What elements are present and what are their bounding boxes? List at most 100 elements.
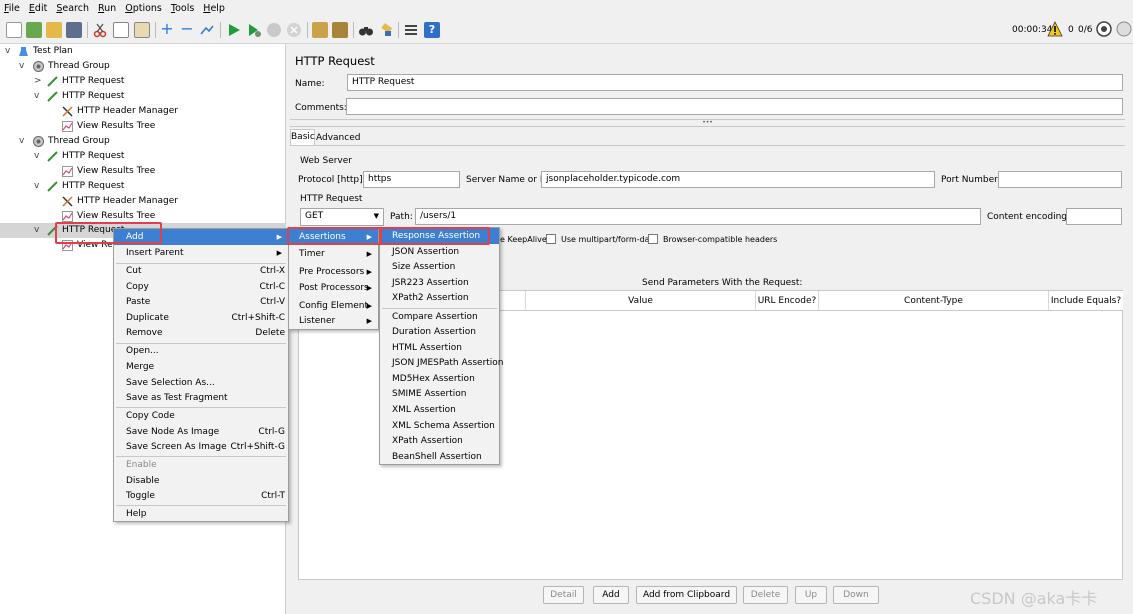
open-folder-icon[interactable] [46,22,62,38]
help-icon[interactable]: ? [424,22,440,38]
collapse-chevron-icon[interactable]: v [34,223,39,238]
expand-icon[interactable]: + [159,21,175,38]
menu-item-smime-assertion[interactable]: SMIME Assertion [380,386,499,402]
menu-item-duplicate[interactable]: Duplicate Ctrl+Shift-C [114,310,288,326]
new-icon[interactable] [6,22,22,38]
menu-item-jsr223-assertion[interactable]: JSR223 Assertion [380,275,499,291]
browser-headers-checkbox[interactable] [648,234,658,244]
log-viewer-icon[interactable] [1116,21,1132,37]
menu-item-help[interactable]: Help [114,506,288,522]
server-input[interactable]: jsonplaceholder.typicode.com [541,171,935,188]
search-binoculars-icon[interactable] [358,22,374,38]
toggle-icon[interactable] [199,22,215,38]
tree-node[interactable]: v HTTP Request [0,89,280,104]
tree-node[interactable]: v Thread Group [0,134,280,149]
delete-button[interactable]: Delete [743,586,788,604]
menu-item-pre-processors[interactable]: Pre Processors ▶ [289,264,378,280]
menu-item-enable[interactable]: Enable [114,457,288,473]
collapse-chevron-icon[interactable]: v [34,149,39,164]
cut-icon[interactable] [92,22,108,38]
start-no-pauses-icon[interactable] [246,22,262,38]
collapse-chevron-icon[interactable]: v [19,59,24,74]
menu-item-disable[interactable]: Disable [114,473,288,489]
menu-item-post-processors[interactable]: Post Processors ▶ [289,280,378,296]
warning-icon[interactable] [1047,21,1063,37]
up-button[interactable]: Up [795,586,827,604]
menu-item-size-assertion[interactable]: Size Assertion [380,259,499,275]
tree-node[interactable]: > HTTP Request [0,74,280,89]
add-button[interactable]: Add [593,586,629,604]
save-icon[interactable] [66,22,82,38]
menu-tools[interactable]: Tools [171,3,194,14]
menu-item-xpath-assertion[interactable]: XPath Assertion [380,433,499,449]
menu-item-open[interactable]: Open... [114,343,288,359]
menu-item-json-jmespath-assertion[interactable]: JSON JMESPath Assertion [380,355,504,371]
column-header-content-type[interactable]: Content-Type [819,291,1049,311]
menu-item-save-fragment[interactable]: Save as Test Fragment [114,390,288,406]
tab-advanced[interactable]: Advanced [316,131,360,145]
menu-item-remove[interactable]: Remove Delete [114,325,288,341]
name-input[interactable]: HTTP Request [347,74,1123,91]
menu-item-xml-assertion[interactable]: XML Assertion [380,402,499,418]
collapse-chevron-icon[interactable]: v [34,179,39,194]
menu-item-compare-assertion[interactable]: Compare Assertion [380,309,499,325]
tree-node[interactable]: v HTTP Request [0,149,280,164]
add-from-clipboard-button[interactable]: Add from Clipboard [636,586,737,604]
multipart-checkbox[interactable] [546,234,556,244]
tree-node[interactable]: View Results Tree [0,119,280,134]
menu-item-beanshell-assertion[interactable]: BeanShell Assertion [380,449,499,465]
menu-item-save-node-image[interactable]: Save Node As Image Ctrl-G [114,424,288,440]
menu-file[interactable]: File [4,3,20,14]
function-helper-icon[interactable] [403,22,419,38]
menu-item-xpath2-assertion[interactable]: XPath2 Assertion [380,290,499,306]
down-button[interactable]: Down [833,586,879,604]
menu-item-toggle[interactable]: Toggle Ctrl-T [114,488,288,504]
port-input[interactable] [998,171,1122,188]
tree-node[interactable]: HTTP Header Manager [0,194,280,209]
menu-item-copy-code[interactable]: Copy Code [114,408,288,424]
templates-icon[interactable] [26,22,42,38]
menu-item-config-element[interactable]: Config Element ▶ [289,298,378,314]
detail-button[interactable]: Detail [543,586,584,604]
column-header-include-equals[interactable]: Include Equals? [1049,291,1123,311]
encoding-input[interactable] [1066,208,1122,225]
menu-item-copy[interactable]: Copy Ctrl-C [114,279,288,295]
menu-item-insert-parent[interactable]: Insert Parent ▶ [114,245,288,261]
menu-options[interactable]: Options [125,3,162,14]
start-icon[interactable] [226,22,242,38]
menu-item-html-assertion[interactable]: HTML Assertion [380,340,499,356]
clear-icon[interactable] [312,22,328,38]
menu-help[interactable]: Help [203,3,225,14]
menu-item-json-assertion[interactable]: JSON Assertion [380,244,499,260]
tree-node[interactable]: v HTTP Request [0,179,280,194]
tree-node[interactable]: v Test Plan [0,44,280,59]
column-header-url-encode[interactable]: URL Encode? [756,291,819,311]
tab-basic[interactable]: Basic [290,129,315,145]
paste-icon[interactable] [134,22,150,38]
collapse-chevron-icon[interactable]: v [5,44,10,59]
menu-item-save-screen-image[interactable]: Save Screen As Image Ctrl+Shift-G [114,439,288,455]
menu-item-cut[interactable]: Cut Ctrl-X [114,263,288,279]
menu-item-merge[interactable]: Merge [114,359,288,375]
menu-item-xml-schema-assertion[interactable]: XML Schema Assertion [380,418,499,434]
shutdown-icon[interactable] [286,22,302,38]
method-select[interactable]: GET ▼ [300,208,384,226]
menu-item-save-selection[interactable]: Save Selection As... [114,375,288,391]
collapse-chevron-icon[interactable]: v [34,89,39,104]
splitter-handle[interactable]: ••• [290,119,1125,127]
menu-item-md5hex-assertion[interactable]: MD5Hex Assertion [380,371,499,387]
comments-input[interactable] [346,98,1123,115]
menu-item-timer[interactable]: Timer ▶ [289,246,378,262]
menu-item-duration-assertion[interactable]: Duration Assertion [380,324,499,340]
collapse-icon[interactable]: − [179,21,195,38]
menu-run[interactable]: Run [98,3,116,14]
stop-icon[interactable] [266,22,282,38]
reset-search-icon[interactable] [378,22,394,38]
menu-item-listener[interactable]: Listener ▶ [289,313,378,329]
copy-icon[interactable] [113,22,129,38]
protocol-input[interactable]: https [363,171,460,188]
path-input[interactable]: /users/1 [415,208,981,225]
tree-node[interactable]: View Results Tree [0,164,280,179]
menu-item-paste[interactable]: Paste Ctrl-V [114,294,288,310]
menu-search[interactable]: Search [56,3,89,14]
